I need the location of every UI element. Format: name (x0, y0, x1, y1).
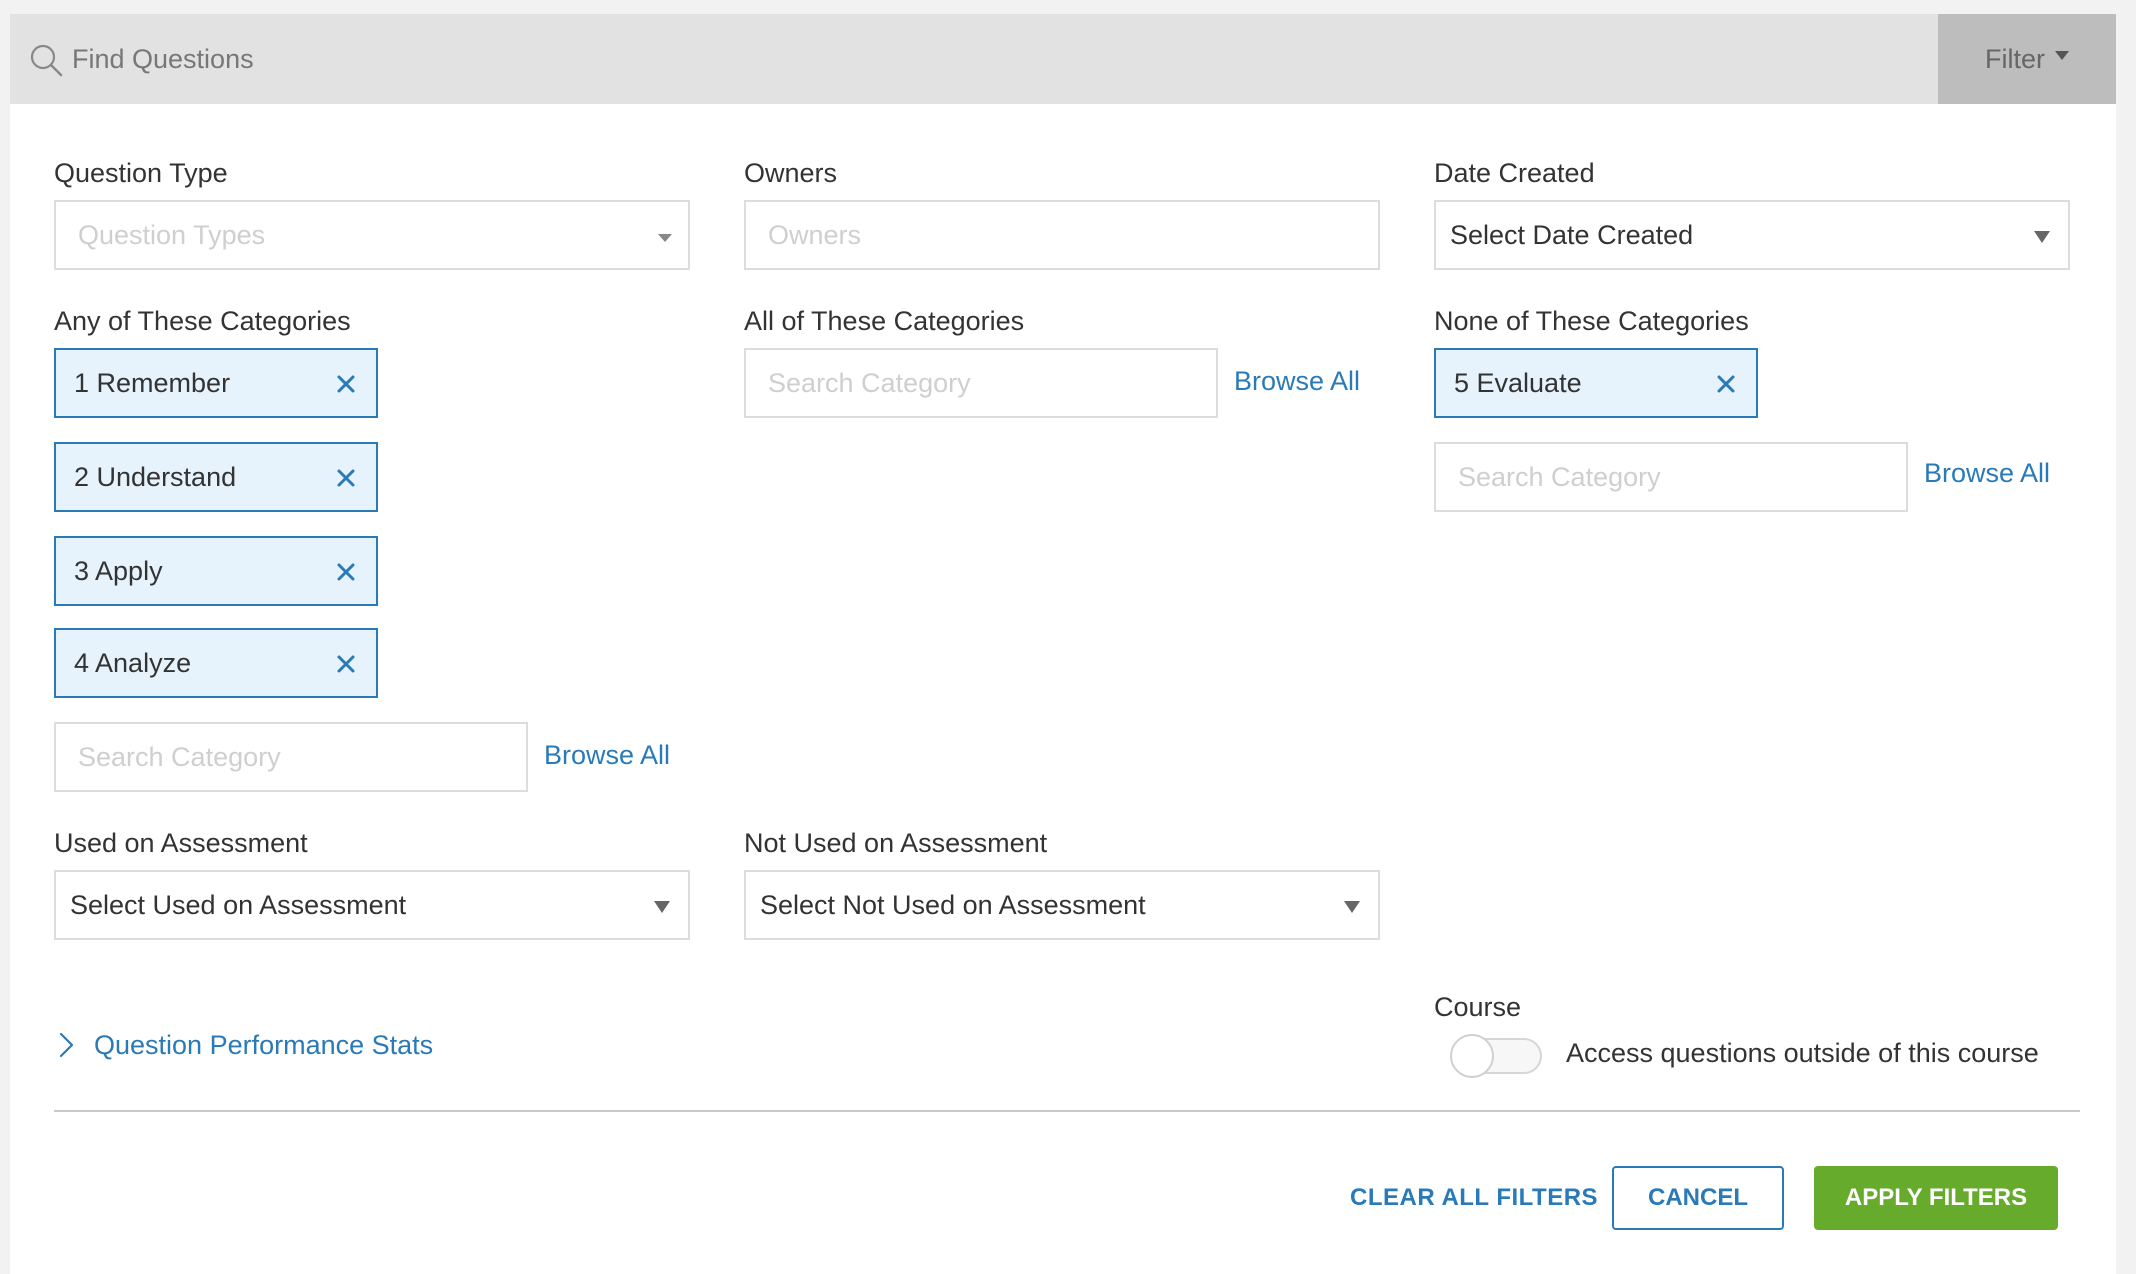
search-bar: Filter (10, 14, 2116, 104)
category-chip-label: 4 Analyze (74, 647, 192, 678)
used-on-assessment-select[interactable]: Select Used on Assessment (54, 870, 690, 940)
category-chip: 4 Analyze (54, 628, 378, 698)
category-chip-label: 2 Understand (74, 461, 237, 492)
none-categories-browse-all-link[interactable]: Browse All (1924, 458, 2050, 489)
cancel-button-label: CANCEL (1648, 1184, 1748, 1211)
caret-down-icon (1344, 901, 1360, 913)
any-category-search-box[interactable] (54, 722, 528, 792)
all-categories-browse-all-link[interactable]: Browse All (1234, 366, 1360, 397)
none-category-search-box[interactable] (1434, 442, 1908, 512)
any-categories-browse-all-link[interactable]: Browse All (544, 740, 670, 771)
category-chip-label: 5 Evaluate (1454, 367, 1582, 398)
course-toggle-label: Access questions outside of this course (1566, 1038, 2039, 1068)
date-created-label: Date Created (1434, 158, 1595, 188)
question-type-select[interactable]: Question Types (54, 200, 690, 270)
category-chip: 2 Understand (54, 442, 378, 512)
date-created-value: Select Date Created (1450, 219, 1694, 250)
any-category-search-input[interactable] (56, 724, 526, 790)
close-icon[interactable] (334, 372, 358, 396)
category-chip: 3 Apply (54, 536, 378, 606)
category-chip: 1 Remember (54, 348, 378, 418)
filter-label: Filter (1985, 43, 2045, 74)
close-icon[interactable] (334, 466, 358, 490)
toggle-knob (1450, 1034, 1494, 1078)
any-categories-label: Any of These Categories (54, 306, 351, 336)
caret-down-icon (654, 901, 670, 913)
not-used-on-assessment-value: Select Not Used on Assessment (760, 889, 1146, 920)
cancel-button[interactable]: CANCEL (1612, 1166, 1784, 1230)
used-on-assessment-label: Used on Assessment (54, 828, 308, 858)
not-used-on-assessment-label: Not Used on Assessment (744, 828, 1048, 858)
filter-button[interactable]: Filter (1938, 14, 2116, 104)
clear-all-filters-button[interactable]: CLEAR ALL FILTERS (1350, 1184, 1598, 1212)
all-categories-label: All of These Categories (744, 306, 1025, 336)
none-category-search-input[interactable] (1436, 444, 1906, 510)
owners-input-box[interactable] (744, 200, 1380, 270)
apply-filters-button-label: APPLY FILTERS (1844, 1184, 2028, 1211)
divider (54, 1110, 2080, 1112)
not-used-on-assessment-select[interactable]: Select Not Used on Assessment (744, 870, 1380, 940)
owners-input[interactable] (746, 202, 1378, 268)
filter-panel: Filter Question Type Owners Date Created… (10, 14, 2116, 1274)
caret-down-icon (2055, 50, 2069, 60)
category-chip: 5 Evaluate (1434, 348, 1758, 418)
all-category-search-box[interactable] (744, 348, 1218, 418)
all-category-search-input[interactable] (746, 350, 1216, 416)
caret-down-icon (2034, 231, 2050, 243)
owners-label: Owners (744, 158, 838, 188)
close-icon[interactable] (334, 560, 358, 584)
course-toggle[interactable] (1450, 1034, 1542, 1078)
date-created-select[interactable]: Select Date Created (1434, 200, 2070, 270)
close-icon[interactable] (334, 652, 358, 676)
apply-filters-button[interactable]: APPLY FILTERS (1814, 1166, 2058, 1230)
chevron-right-icon[interactable] (56, 1030, 78, 1060)
search-icon (30, 44, 63, 77)
question-performance-stats-link[interactable]: Question Performance Stats (94, 1030, 433, 1061)
none-categories-label: None of These Categories (1434, 306, 1749, 336)
category-chip-label: 1 Remember (74, 367, 231, 398)
category-chip-label: 3 Apply (74, 555, 163, 586)
question-type-label: Question Type (54, 158, 228, 188)
question-type-placeholder: Question Types (78, 219, 266, 250)
caret-down-icon (658, 234, 672, 242)
course-label: Course (1434, 992, 1522, 1022)
close-icon[interactable] (1714, 372, 1738, 396)
search-input[interactable] (72, 34, 1922, 84)
used-on-assessment-value: Select Used on Assessment (70, 889, 407, 920)
